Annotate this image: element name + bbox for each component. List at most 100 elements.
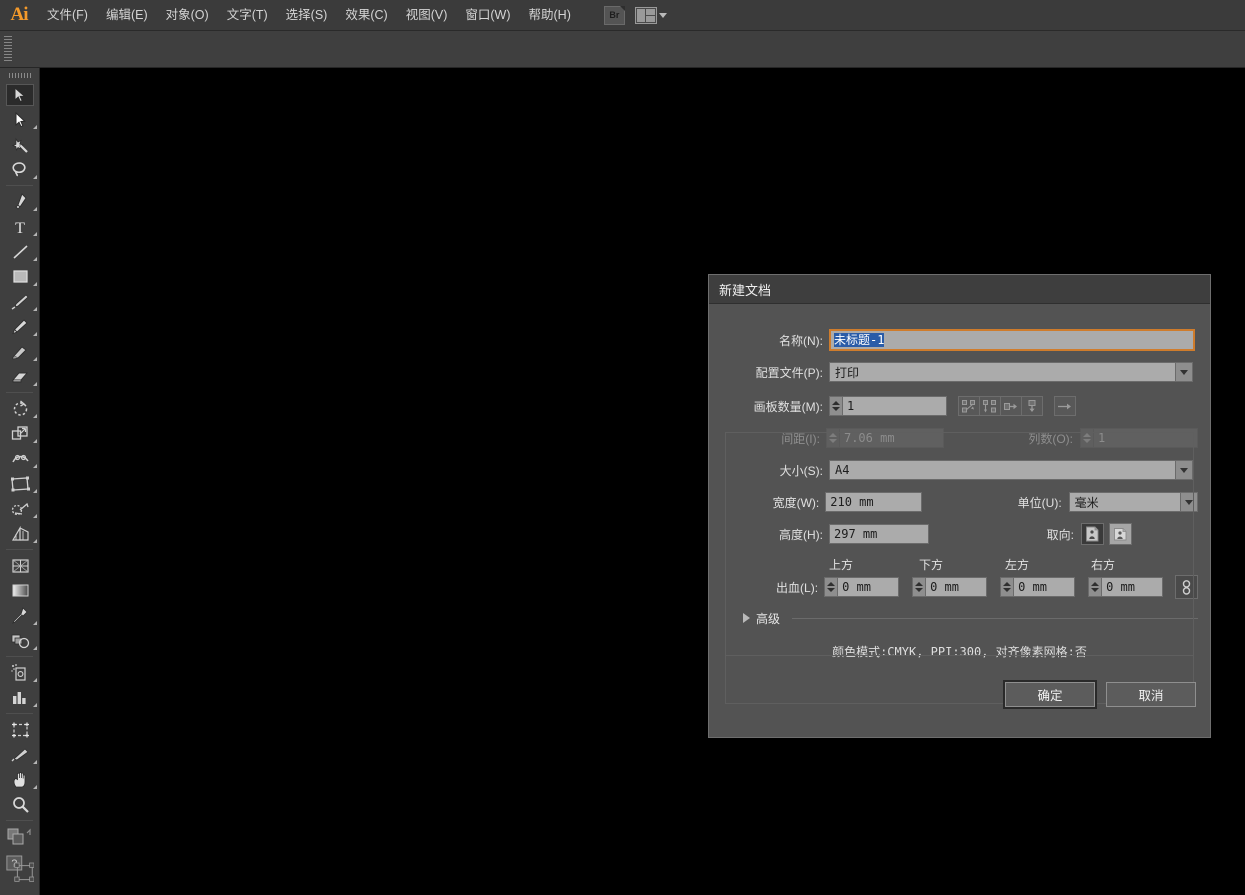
- units-label: 单位(U):: [922, 494, 1069, 511]
- eyedropper-tool[interactable]: [0, 603, 40, 628]
- name-input[interactable]: 未标题-1: [829, 329, 1195, 351]
- selection-tool[interactable]: [0, 82, 40, 107]
- scale-tool[interactable]: [0, 421, 40, 446]
- bleed-bottom-label: 下方: [919, 556, 943, 573]
- svg-text:T: T: [15, 220, 25, 235]
- tool-flyout-indicator-icon: [33, 539, 37, 543]
- tool-flyout-indicator-icon: [33, 282, 37, 286]
- tool-flyout-indicator-icon: [33, 125, 37, 129]
- height-input[interactable]: 297 mm: [829, 524, 929, 544]
- line-segment-tool[interactable]: [0, 239, 40, 264]
- free-transform-tool[interactable]: [0, 471, 40, 496]
- tool-flyout-indicator-icon: [33, 785, 37, 789]
- arrange-by-row-button[interactable]: [1000, 396, 1022, 416]
- orientation-portrait-button[interactable]: [1081, 523, 1104, 545]
- arrange-documents-button[interactable]: [635, 7, 667, 24]
- paintbrush-tool[interactable]: [0, 289, 40, 314]
- dialog-body: 名称(N): 未标题-1 配置文件(P): 打印 画板数量(M): 1: [709, 324, 1210, 660]
- column-graph-tool[interactable]: [0, 685, 40, 710]
- menu-object[interactable]: 对象(O): [157, 4, 218, 26]
- height-orientation-row: 高度(H): 297 mm 取向:: [721, 518, 1198, 550]
- pen-tool[interactable]: [0, 189, 40, 214]
- bleed-left-input[interactable]: 0 mm: [1013, 577, 1075, 597]
- spacing-input: 7.06 mm: [839, 428, 944, 448]
- tools-panel-grip[interactable]: [0, 68, 39, 82]
- artboard-arrange-buttons: [959, 396, 1076, 416]
- artboards-input[interactable]: 1: [842, 396, 947, 416]
- size-select[interactable]: A4: [829, 460, 1193, 480]
- gradient-tool[interactable]: [0, 578, 40, 603]
- rectangle-tool[interactable]: [0, 264, 40, 289]
- bridge-button[interactable]: Br: [604, 6, 625, 25]
- advanced-disclosure[interactable]: 高级: [721, 607, 1198, 629]
- grid-by-column-button[interactable]: [979, 396, 1001, 416]
- bleed-top-input[interactable]: 0 mm: [837, 577, 899, 597]
- menu-edit[interactable]: 编辑(E): [97, 4, 157, 26]
- slice-tool[interactable]: [0, 742, 40, 767]
- bleed-bottom-input[interactable]: 0 mm: [925, 577, 987, 597]
- grid-by-row-button[interactable]: [958, 396, 980, 416]
- chevron-down-icon[interactable]: [1175, 363, 1192, 381]
- shape-builder-tool[interactable]: [0, 496, 40, 521]
- bleed-bottom-stepper[interactable]: [912, 577, 925, 597]
- direct-selection-tool[interactable]: [0, 107, 40, 132]
- tools-divider: [6, 549, 33, 550]
- change-direction-button[interactable]: [1054, 396, 1076, 416]
- bleed-right-input[interactable]: 0 mm: [1101, 577, 1163, 597]
- menu-window[interactable]: 窗口(W): [456, 4, 519, 26]
- artboards-stepper[interactable]: [829, 396, 842, 416]
- tool-flyout-indicator-icon: [33, 207, 37, 211]
- bleed-right-stepper[interactable]: [1088, 577, 1101, 597]
- tools-panel: T: [0, 68, 40, 895]
- bleed-link-button[interactable]: [1175, 575, 1198, 599]
- menu-effect[interactable]: 效果(C): [336, 4, 396, 26]
- mesh-tool[interactable]: [0, 553, 40, 578]
- tool-flyout-indicator-icon: [33, 760, 37, 764]
- name-input-value: 未标题-1: [834, 333, 884, 347]
- width-input[interactable]: 210 mm: [825, 492, 922, 512]
- eraser-tool[interactable]: [0, 364, 40, 389]
- width-tool[interactable]: [0, 446, 40, 471]
- blend-tool[interactable]: [0, 628, 40, 653]
- document-summary: 颜色模式:CMYK, PPI:300, 对齐像素网格:否: [721, 643, 1198, 660]
- control-bar-grip[interactable]: [4, 36, 12, 62]
- advanced-label: 高级: [756, 610, 780, 627]
- type-tool[interactable]: T: [0, 214, 40, 239]
- cancel-button[interactable]: 取消: [1106, 682, 1196, 707]
- magic-wand-tool[interactable]: [0, 132, 40, 157]
- chevron-down-icon[interactable]: [1180, 493, 1197, 511]
- bleed-right-label: 右方: [1091, 556, 1115, 573]
- ok-button[interactable]: 确定: [1005, 682, 1095, 707]
- spacing-columns-row: 间距(I): 7.06 mm 列数(O): 1: [721, 422, 1198, 454]
- units-select[interactable]: 毫米: [1069, 492, 1198, 512]
- bleed-top-stepper[interactable]: [824, 577, 837, 597]
- rotate-tool[interactable]: [0, 396, 40, 421]
- orientation-landscape-button[interactable]: [1109, 523, 1132, 545]
- profile-select[interactable]: 打印: [829, 362, 1193, 382]
- menu-help[interactable]: 帮助(H): [520, 4, 580, 26]
- default-fill-stroke-icon[interactable]: ?: [0, 849, 40, 891]
- menu-file[interactable]: 文件(F): [38, 4, 97, 26]
- zoom-tool[interactable]: [0, 792, 40, 817]
- pencil-tool[interactable]: [0, 314, 40, 339]
- lasso-tool[interactable]: [0, 157, 40, 182]
- summary-divider: [725, 655, 1194, 656]
- menu-type[interactable]: 文字(T): [218, 4, 277, 26]
- advanced-rule: [792, 618, 1198, 619]
- menu-view[interactable]: 视图(V): [397, 4, 457, 26]
- bleed-left-stepper[interactable]: [1000, 577, 1013, 597]
- drawing-modes[interactable]: [0, 891, 39, 895]
- blob-brush-tool[interactable]: [0, 339, 40, 364]
- tool-flyout-indicator-icon: [33, 414, 37, 418]
- hand-tool[interactable]: [0, 767, 40, 792]
- menu-select[interactable]: 选择(S): [277, 4, 337, 26]
- symbol-sprayer-tool[interactable]: [0, 660, 40, 685]
- artboard-tool[interactable]: [0, 717, 40, 742]
- tool-flyout-indicator-icon: [33, 514, 37, 518]
- perspective-grid-tool[interactable]: [0, 521, 40, 546]
- arrange-by-column-button[interactable]: [1021, 396, 1043, 416]
- fill-stroke-swatches[interactable]: [0, 824, 40, 849]
- name-label: 名称(N):: [721, 332, 829, 349]
- chevron-down-icon[interactable]: [1175, 461, 1192, 479]
- new-document-dialog: 新建文档 名称(N): 未标题-1 配置文件(P): 打印 画板数量(M: [708, 274, 1211, 738]
